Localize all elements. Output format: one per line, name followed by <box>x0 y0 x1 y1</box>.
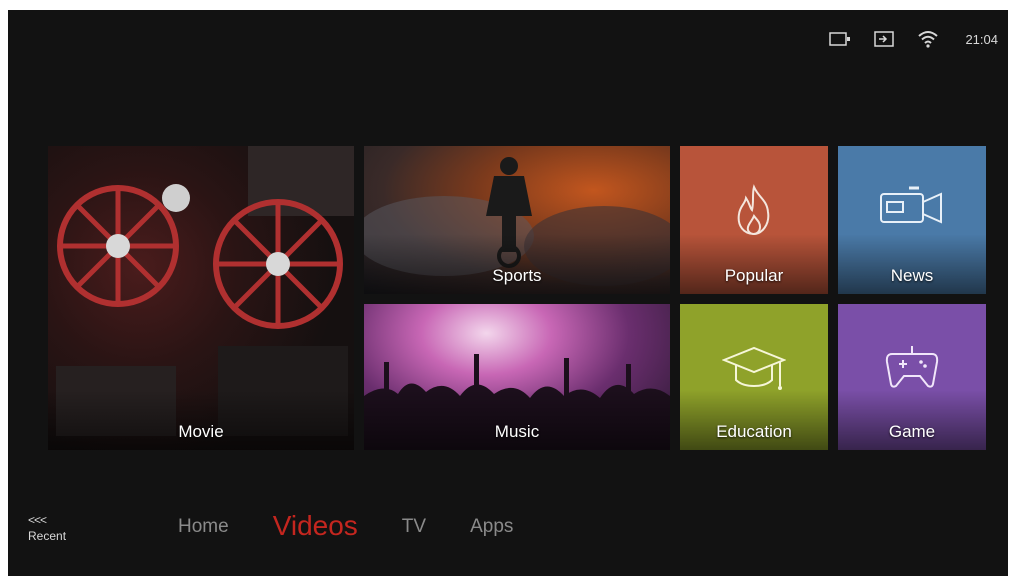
input-source-icon[interactable] <box>871 28 897 50</box>
chevrons-left-icon: <<< <box>28 513 47 527</box>
tile-label: Sports <box>492 266 542 285</box>
tile-label: Music <box>494 422 540 441</box>
wifi-icon[interactable] <box>915 28 941 50</box>
camera-icon <box>879 184 945 229</box>
tile-popular[interactable]: Popular <box>680 146 828 294</box>
nav-videos[interactable]: Videos <box>273 510 358 542</box>
screen-icon[interactable] <box>827 28 853 50</box>
tile-education[interactable]: Education <box>680 304 828 450</box>
recent-label: Recent <box>28 529 67 543</box>
main-nav: Home Videos TV Apps <box>178 510 557 542</box>
tile-music[interactable]: Music <box>364 304 670 450</box>
tv-screen: 21:04 Movie Sports Music Popular News Ed… <box>8 10 1008 576</box>
tile-news[interactable]: News <box>838 146 986 294</box>
recent-button[interactable]: <<< Recent <box>28 513 66 543</box>
clock: 21:04 <box>965 31 998 47</box>
tile-label: Game <box>888 422 936 441</box>
nav-home[interactable]: Home <box>178 516 229 538</box>
nav-apps[interactable]: Apps <box>470 516 513 538</box>
status-bar: 21:04 <box>827 28 998 50</box>
tile-label: Popular <box>724 266 784 285</box>
gamepad-icon <box>884 342 940 395</box>
tile-sports[interactable]: Sports <box>364 146 670 294</box>
tile-game[interactable]: Game <box>838 304 986 450</box>
tile-label: Education <box>716 422 792 441</box>
tile-label: News <box>890 266 934 285</box>
tile-label: Movie <box>178 422 224 441</box>
nav-tv[interactable]: TV <box>402 516 426 538</box>
tile-movie[interactable]: Movie <box>48 146 354 450</box>
